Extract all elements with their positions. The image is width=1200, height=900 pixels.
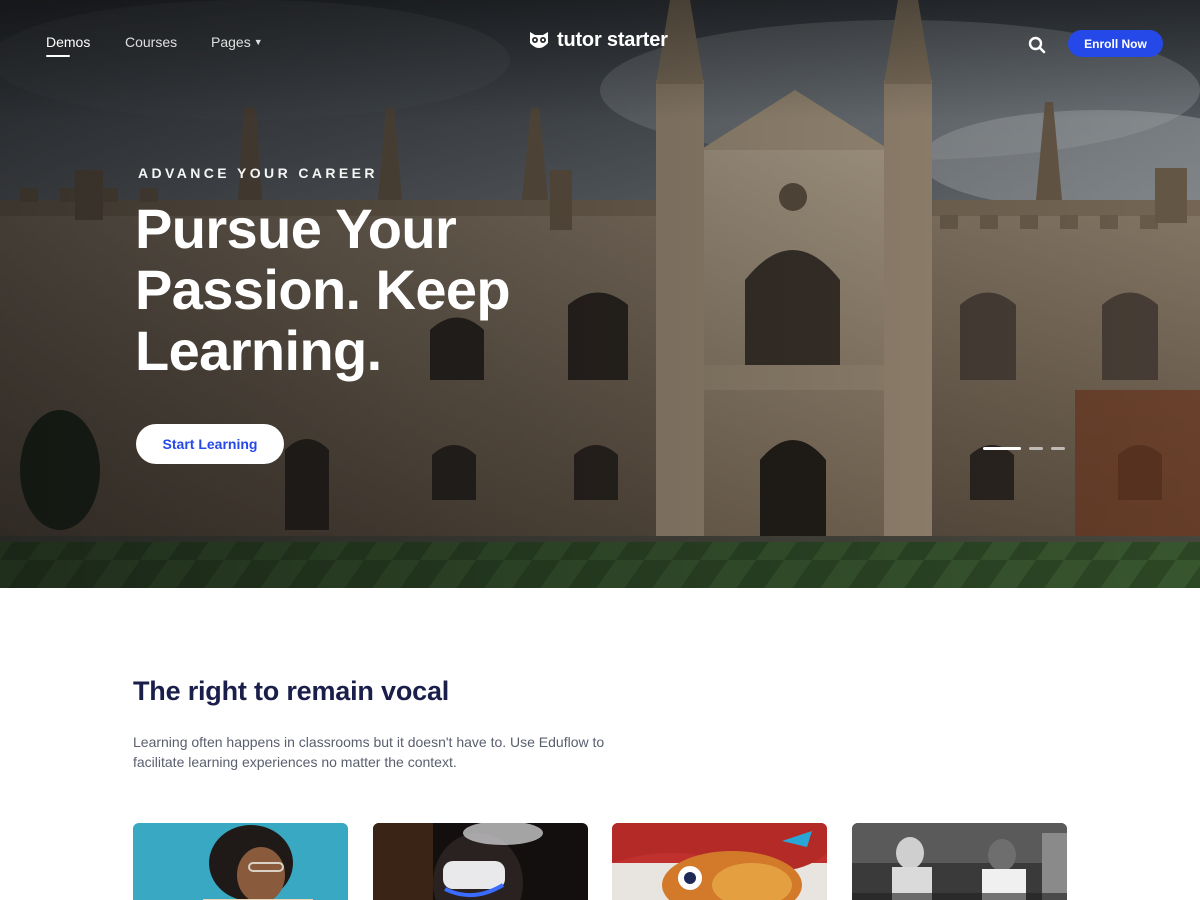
slider-pagination [983,447,1065,450]
nav-overlay [0,0,1200,120]
nav-active-indicator [46,55,70,57]
slider-dot[interactable] [983,447,1021,450]
logo-text: tutor starter [557,29,668,51]
course-card-image[interactable] [133,823,348,900]
course-card-image[interactable] [852,823,1067,900]
search-icon [1028,36,1046,54]
hero-headline-line: Learning. [135,319,382,382]
slider-dot[interactable] [1051,447,1065,450]
section-description-line: Learning often happens in classrooms but… [133,734,605,750]
chevron-down-icon: ▼ [253,37,263,47]
fish-mural-image [612,823,827,900]
nav-courses[interactable]: Courses [125,34,177,50]
start-learning-button[interactable]: Start Learning [136,424,284,464]
nav-pages[interactable]: Pages ▼ [211,34,263,50]
people-at-table-image [852,823,1067,900]
slider-dot[interactable] [1029,447,1043,450]
enroll-now-button[interactable]: Enroll Now [1068,30,1163,57]
nav-demos[interactable]: Demos [46,34,90,50]
section-title: The right to remain vocal [133,676,450,706]
hero-headline-line: Passion. Keep [135,258,511,321]
hero-headline: Pursue Your Passion. Keep Learning. [135,198,615,381]
hero-banner: Demos Courses Pages ▼ tutor starter Enrol… [0,0,1200,588]
section-description-line: facilitate learning experiences no matte… [133,754,457,770]
person-vr-headset-image [373,823,588,900]
section-description: Learning often happens in classrooms but… [133,732,633,772]
owl-logo-icon [530,31,548,48]
course-card-image[interactable] [612,823,827,900]
course-card-image[interactable] [373,823,588,900]
hero-eyebrow: ADVANCE YOUR CAREER [138,165,378,181]
woman-with-book-image [133,823,348,900]
hero-headline-line: Pursue Your [135,197,457,260]
nav-pages-label: Pages [211,34,251,50]
search-button[interactable] [1026,34,1048,56]
site-logo[interactable]: tutor starter [528,29,668,52]
